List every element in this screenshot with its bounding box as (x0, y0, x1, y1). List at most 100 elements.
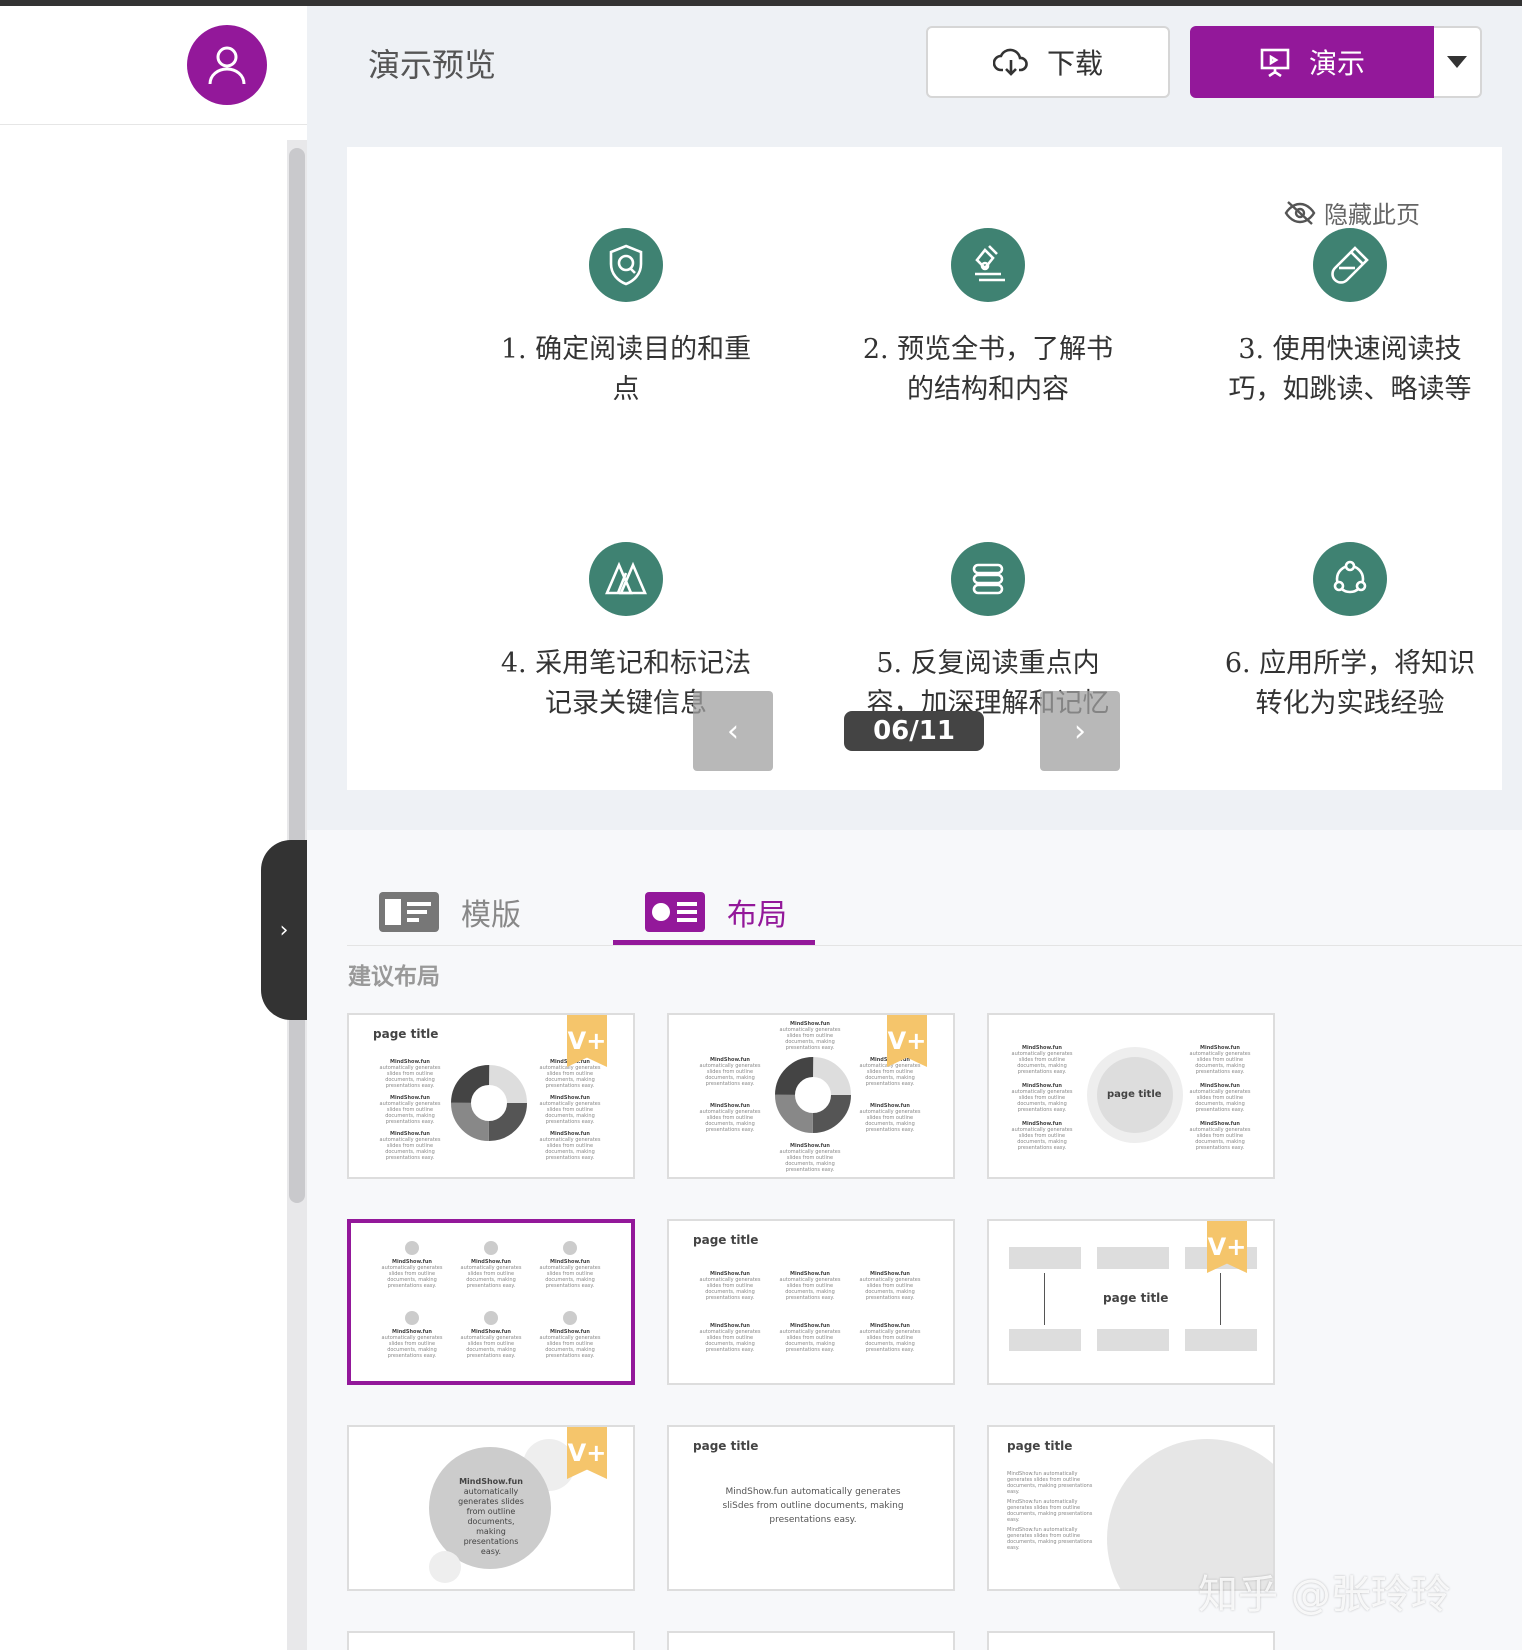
thumb-text-block: MindShow.funautomatically generates slid… (699, 1323, 761, 1353)
thumb-text-block: MindShow.funautomatically generates slid… (779, 1021, 841, 1051)
layout-thumbnail-8[interactable]: page title MindShow.fun automatically ge… (667, 1425, 955, 1591)
thumb-title: page title (693, 1439, 759, 1453)
thumb-title: page title (1007, 1439, 1073, 1453)
tabs-divider (347, 945, 1522, 946)
tab-layout[interactable]: 布局 (645, 890, 787, 934)
dot-graphic (563, 1311, 577, 1325)
box-graphic (1097, 1247, 1169, 1269)
thumb-title: page title (1103, 1291, 1169, 1305)
slide-item-1: 1. 确定阅读目的和重点 (496, 228, 756, 410)
thumb-text-block: MindShow.fun automatically generates sli… (1007, 1499, 1093, 1523)
hide-page-button[interactable]: 隐藏此页 (1284, 195, 1420, 230)
user-avatar-button[interactable] (187, 25, 267, 105)
layout-thumbnail-3[interactable]: page title MindShow.fun automatically gen… (987, 1013, 1275, 1179)
dot-graphic (484, 1311, 498, 1325)
layout-thumbnail-5[interactable]: page title MindShow.fun automatically gen… (667, 1219, 955, 1385)
left-sidebar (0, 6, 307, 1650)
layout-thumbnail-12[interactable] (987, 1631, 1275, 1650)
thumb-text-block: MindShow.funautomatically generates slid… (779, 1323, 841, 1353)
box-graphic (1009, 1247, 1081, 1269)
user-icon (208, 46, 246, 85)
microscope-icon (951, 228, 1025, 302)
shield-icon (589, 228, 663, 302)
next-slide-button[interactable]: › (1040, 691, 1120, 771)
chevron-right-icon: › (1074, 713, 1086, 749)
thumb-text-block: MindShow.funautomatically generates slid… (699, 1057, 761, 1087)
slide-item-2: 2. 预览全书，了解书的结构和内容 (858, 228, 1118, 410)
box-graphic (1185, 1329, 1257, 1351)
thumb-text-block: MindShow.funautomatically generates slid… (779, 1271, 841, 1301)
thumb-text-block: MindShow.funautomatically generates slid… (381, 1259, 443, 1289)
cloud-download-icon (992, 48, 1028, 76)
caret-down-icon (1447, 56, 1467, 68)
suggested-layouts-heading: 建议布局 (348, 964, 440, 990)
prev-slide-button[interactable]: ‹ (693, 691, 773, 771)
download-button[interactable]: 下载 (926, 26, 1170, 98)
thumb-title: page title (693, 1233, 759, 1247)
thumb-text-block: MindShow.funautomatically generates slid… (699, 1271, 761, 1301)
thumb-text-block: MindShow.funautomatically generates slid… (859, 1323, 921, 1353)
thumb-text-block: MindShow.fun automatically generates sli… (1007, 1527, 1093, 1551)
thumb-center-text: MindShow.fun automatically generates sli… (722, 1487, 904, 1525)
dot-graphic (484, 1241, 498, 1255)
slide-counter: 06/11 (844, 711, 984, 751)
box-graphic (1009, 1329, 1081, 1351)
vip-badge: V+ (567, 1427, 607, 1479)
thumb-text-block: MindShow.funautomatically generates slid… (379, 1131, 441, 1161)
tab-template[interactable]: 模版 (379, 890, 521, 934)
layout-thumbnail-4[interactable]: MindShow.fun automatically generates slid… (347, 1219, 635, 1385)
thumb-text-block: MindShow.funautomatically generates slid… (1011, 1083, 1073, 1113)
box-graphic (1097, 1329, 1169, 1351)
dot-graphic (563, 1241, 577, 1255)
expand-sidebar-button[interactable]: › (261, 840, 307, 1020)
thumb-text-block: MindShow.funautomatically generates slid… (1189, 1121, 1251, 1151)
network-icon (1313, 542, 1387, 616)
template-icon (379, 892, 439, 932)
presentation-icon (1260, 48, 1290, 78)
thumb-text-block: MindShow.funautomatically generates slid… (381, 1329, 443, 1359)
thumb-text-block: MindShow.funautomatically generates slid… (1189, 1083, 1251, 1113)
tab-template-label: 模版 (461, 898, 521, 933)
connector-line (1220, 1273, 1221, 1325)
thumb-text-block: MindShow.funautomatically generates slid… (460, 1329, 522, 1359)
donut-graphic (775, 1057, 851, 1133)
thumb-text-block: MindShow.funautomatically generates slid… (539, 1131, 601, 1161)
thumb-text-block: MindShow.funautomatically generates slid… (460, 1259, 522, 1289)
layout-thumbnail-2[interactable]: MindShow.fun automatically generates slid… (667, 1013, 955, 1179)
thumb-text-block: MindShow.funautomatically generates slid… (379, 1059, 441, 1089)
triangles-icon (589, 542, 663, 616)
thumb-text-block: MindShow.funautomatically generates slid… (859, 1103, 921, 1133)
present-button[interactable]: 演示 (1190, 26, 1434, 98)
thumb-text-block: MindShow.funautomatically generates slid… (1189, 1045, 1251, 1075)
hide-page-label: 隐藏此页 (1324, 201, 1420, 229)
slide-item-3: 3. 使用快速阅读技巧，如跳读、略读等 (1220, 228, 1480, 410)
layout-thumbnail-11[interactable] (667, 1631, 955, 1650)
thumb-text-block: MindShow.funautomatically generates slid… (1011, 1045, 1073, 1075)
flask-icon (1313, 228, 1387, 302)
sidebar-scroll-thumb[interactable] (289, 148, 305, 1203)
thumb-text-block: MindShow.funautomatically generates slid… (859, 1271, 921, 1301)
present-label: 演示 (1308, 47, 1365, 80)
layout-icon (645, 892, 705, 932)
thumb-text-block: MindShow.funautomatically generates slid… (379, 1095, 441, 1125)
download-label: 下载 (1046, 47, 1103, 80)
thumb-text-block: MindShow.fun automatically generates sli… (1007, 1471, 1093, 1495)
thumb-text-block: MindShow.funautomatically generates slid… (539, 1329, 601, 1359)
slide-item-label: 2. 预览全书，了解书的结构和内容 (862, 334, 1114, 405)
watermark: 知乎 @张玲玲 (1198, 1572, 1451, 1618)
connector-line (1044, 1273, 1045, 1325)
tab-layout-label: 布局 (727, 898, 787, 933)
eye-off-icon (1284, 200, 1316, 225)
layout-thumbnail-10[interactable] (347, 1631, 635, 1650)
layout-thumbnail-6[interactable]: page title V+ (987, 1219, 1275, 1385)
page-title: 演示预览 (368, 46, 497, 84)
active-tab-indicator (613, 940, 815, 945)
slide-item-label: 3. 使用快速阅读技巧，如跳读、略读等 (1228, 334, 1472, 405)
donut-graphic (451, 1065, 527, 1141)
chevron-left-icon: ‹ (727, 713, 739, 749)
present-options-dropdown[interactable] (1434, 26, 1482, 98)
layout-thumbnail-7[interactable]: MindShow.fun automatically generates slid… (347, 1425, 635, 1591)
layout-thumbnail-1[interactable]: page title MindShow.fun automatically gen… (347, 1013, 635, 1179)
thumb-text-block: MindShow.funautomatically generates slid… (539, 1259, 601, 1289)
thumb-center-text: MindShow.fun automatically generates slid… (458, 1477, 524, 1556)
